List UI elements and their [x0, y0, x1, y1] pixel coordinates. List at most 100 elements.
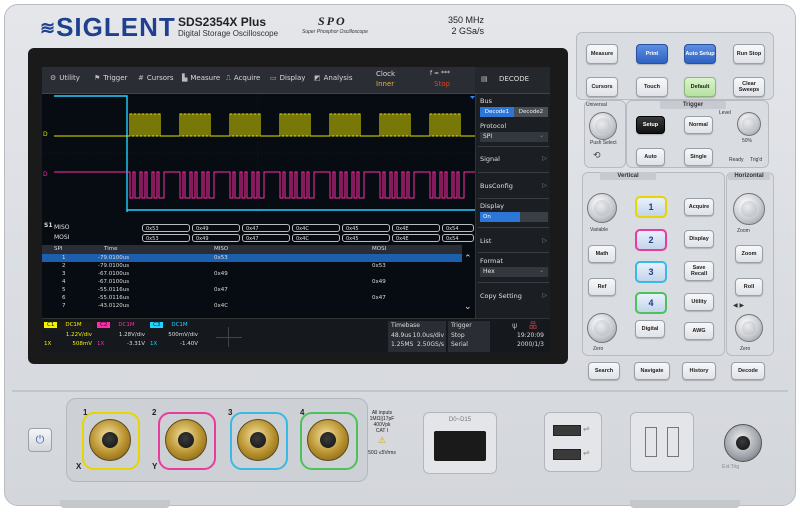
table-row[interactable]: 1 -79.0100us 0x53	[42, 254, 462, 262]
digital-probe-port[interactable]: D0~D15	[423, 412, 497, 474]
column-header: MISO	[214, 246, 229, 252]
channel-4-button[interactable]: 4	[635, 292, 667, 314]
default-button[interactable]: Default	[684, 77, 716, 97]
decode-menu-header[interactable]: ▤ DECODE	[475, 67, 550, 93]
channel-4-bnc-connector[interactable]	[307, 419, 349, 461]
save-recall-button[interactable]: Save Recall	[684, 261, 714, 281]
utility-button[interactable]: Utility	[684, 293, 714, 311]
universal-knob[interactable]	[589, 112, 617, 140]
decode1-tab[interactable]: Decode1	[480, 107, 514, 117]
zoom-button[interactable]: Zoom	[735, 245, 763, 263]
clear-sweeps-button[interactable]: Clear Sweeps	[733, 77, 765, 97]
decode-list-table[interactable]: SPI Time MISO MOSI 1 -79.0100us 0x53 2 -79.…	[42, 245, 462, 323]
channel-3-bnc-connector[interactable]	[237, 419, 279, 461]
power-button[interactable]: ⏻	[28, 428, 52, 452]
cursors-icon: #	[138, 74, 144, 82]
roll-button[interactable]: Roll	[735, 278, 763, 296]
vertical-group-label: Vertical	[600, 172, 656, 180]
scroll-up-icon[interactable]: ⌃	[464, 254, 472, 264]
format-select[interactable]: Hex ⌄	[480, 267, 548, 277]
menu-cursors[interactable]: # Cursors	[138, 74, 174, 82]
menu-display[interactable]: ▭ Display	[270, 74, 305, 82]
table-scrollbar[interactable]: ⌃ ⌄	[462, 254, 474, 323]
decode-side-panel: Bus Decode1 Decode2 Protocol SPI ⌄ Signal…	[475, 94, 550, 318]
navigate-button[interactable]: Navigate	[634, 362, 670, 380]
bus-packet: 0x45	[342, 224, 390, 232]
display-toggle-track[interactable]	[520, 212, 548, 222]
channel-1-bnc-connector[interactable]	[89, 419, 131, 461]
timebase-label: Timebase	[391, 322, 420, 329]
touch-button[interactable]: Touch	[636, 77, 668, 97]
menu-analysis[interactable]: ◩ Analysis	[314, 74, 352, 82]
table-row[interactable]: 5 -55.0116us 0x47	[42, 286, 462, 294]
x-input-label: X	[76, 462, 82, 471]
channel-3-coupling: DC1M	[171, 322, 188, 328]
digital-button[interactable]: Digital	[635, 320, 665, 338]
channel-2-input-label: 2	[152, 408, 157, 417]
menu-trigger[interactable]: ⚑ Trigger	[94, 74, 127, 82]
channel-1-button[interactable]: 1	[635, 196, 667, 218]
print-button[interactable]: Print	[636, 44, 668, 64]
horizontal-position-knob[interactable]	[735, 314, 763, 342]
decode2-tab[interactable]: Decode2	[514, 107, 548, 117]
trigger-single-button[interactable]: Single	[684, 148, 713, 166]
measure-button[interactable]: Measure	[586, 44, 618, 64]
decode-button[interactable]: Decode	[731, 362, 765, 380]
table-row[interactable]: 2 -79.0100us 0x53	[42, 262, 462, 270]
table-row[interactable]: 3 -67.0100us 0x49	[42, 270, 462, 278]
horizontal-scale-knob[interactable]	[733, 193, 765, 225]
divider	[478, 146, 549, 147]
format-label: Format	[480, 257, 503, 265]
column-header: Time	[104, 246, 118, 252]
display-toggle[interactable]: On	[480, 212, 520, 222]
timebase-box[interactable]: Timebase 48.9us 10.0us/div 1.25MS 2.50GS…	[388, 321, 446, 352]
search-button[interactable]: Search	[588, 362, 620, 380]
auto-setup-button[interactable]: Auto Setup	[684, 44, 716, 64]
trigger-level-knob[interactable]	[737, 112, 761, 136]
busconfig-menu-item[interactable]: BusConfig	[480, 182, 513, 190]
channel-2-button[interactable]: 2	[635, 229, 667, 251]
run-stop-button[interactable]: Run Stop	[733, 44, 765, 64]
add-channel-placeholder[interactable]	[204, 323, 254, 351]
vertical-position-knob[interactable]	[587, 313, 617, 343]
channel-3-status[interactable]: C3 DC1M 500mV/div 1X -1.40V	[150, 322, 198, 351]
channel-3-button[interactable]: 3	[635, 261, 667, 283]
channel-2-bnc-connector[interactable]	[165, 419, 207, 461]
channel-2-status[interactable]: C2 DC1M 1.28V/div 1X -3.31V	[97, 322, 145, 351]
usb-port[interactable]	[553, 449, 581, 460]
table-row[interactable]: 4 -67.0100us 0x49	[42, 278, 462, 286]
brand-name: SIGLENT	[56, 12, 176, 42]
acquire-button[interactable]: Acquire	[684, 198, 714, 216]
cursors-button[interactable]: Cursors	[586, 77, 618, 97]
table-row[interactable]: 6 -55.0116us 0x47	[42, 294, 462, 302]
signal-menu-item[interactable]: Signal	[480, 155, 500, 163]
math-button[interactable]: Math	[588, 245, 616, 263]
channel-1-input-label: 1	[83, 408, 88, 417]
ground-terminal[interactable]	[667, 427, 679, 457]
copy-setting-menu-item[interactable]: Copy Setting	[480, 292, 522, 300]
run-state[interactable]: Stop	[434, 80, 450, 88]
probe-comp-terminal[interactable]	[645, 427, 657, 457]
menu-utility[interactable]: ⚙ Utility	[50, 74, 80, 82]
vertical-scale-knob[interactable]	[587, 193, 617, 223]
usb-port[interactable]	[553, 425, 581, 436]
channel-1-status[interactable]: C1 DC1M 1.22V/div 1X 508mV	[44, 322, 92, 351]
menu-acquire[interactable]: ⎍ Acquire	[226, 74, 260, 83]
trigger-normal-button[interactable]: Normal	[684, 116, 713, 134]
display-button[interactable]: Display	[684, 230, 714, 248]
display-screen[interactable]: ⚙ Utility ⚑ Trigger # Cursors ▙ Measure ⎍ Acq…	[42, 67, 550, 353]
ref-button[interactable]: Ref	[588, 278, 616, 296]
awg-button[interactable]: AWG	[684, 322, 714, 340]
history-button[interactable]: History	[682, 362, 716, 380]
menu-measure[interactable]: ▙ Measure	[182, 74, 220, 82]
scroll-down-icon[interactable]: ⌄	[464, 302, 472, 312]
waveform-area[interactable]: D D	[42, 94, 475, 212]
protocol-select[interactable]: SPI ⌄	[480, 132, 548, 142]
list-menu-item[interactable]: List	[480, 237, 491, 245]
clock-value[interactable]: Inner	[376, 80, 394, 88]
ext-trig-bnc-connector[interactable]	[724, 424, 762, 462]
table-row[interactable]: 7 -43.0120us 0x4C	[42, 302, 462, 310]
trigger-box[interactable]: Trigger Stop Serial	[448, 321, 490, 352]
trigger-setup-button[interactable]: Setup	[636, 116, 665, 134]
trigger-auto-button[interactable]: Auto	[636, 148, 665, 166]
